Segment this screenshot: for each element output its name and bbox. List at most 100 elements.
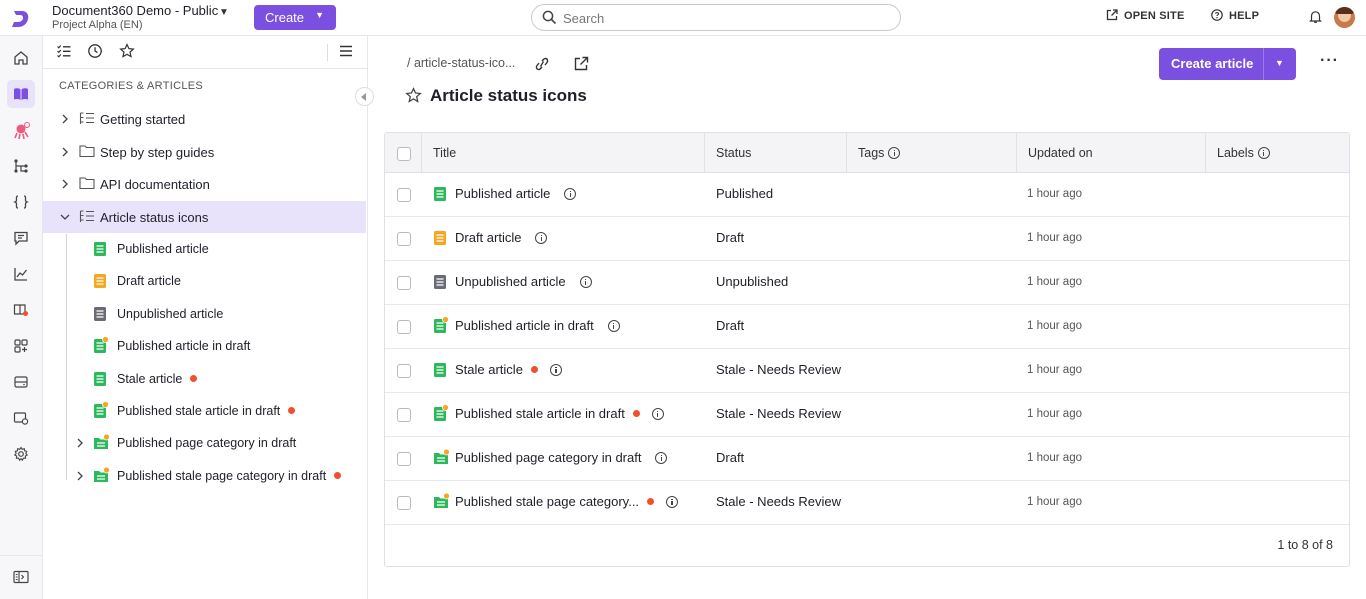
column-divider bbox=[1205, 133, 1206, 173]
table-row[interactable]: Published article Published 1 hour ago bbox=[385, 173, 1349, 217]
row-checkbox[interactable] bbox=[397, 320, 411, 334]
select-all-checkbox[interactable] bbox=[397, 147, 411, 161]
more-options-button[interactable]: ··· bbox=[1320, 52, 1339, 70]
info-icon[interactable] bbox=[651, 408, 664, 420]
checklist-icon[interactable] bbox=[56, 43, 72, 59]
row-title[interactable]: Published stale article in draft bbox=[455, 406, 664, 421]
search-input[interactable] bbox=[563, 10, 883, 26]
row-title[interactable]: Stale article bbox=[455, 362, 562, 377]
favorite-star-icon[interactable] bbox=[405, 87, 422, 104]
rail-analytics[interactable] bbox=[7, 260, 35, 288]
rail-collapse-sidebar[interactable] bbox=[7, 563, 35, 591]
rail-home[interactable] bbox=[7, 44, 35, 72]
row-title[interactable]: Draft article bbox=[455, 230, 548, 245]
rail-drive[interactable] bbox=[7, 368, 35, 396]
menu-icon[interactable] bbox=[339, 44, 353, 58]
clock-icon[interactable] bbox=[87, 43, 103, 59]
column-labels[interactable]: Labels bbox=[1217, 146, 1270, 160]
tree-article-stale[interactable]: Stale article bbox=[43, 363, 366, 395]
help-link[interactable]: HELP bbox=[1211, 9, 1259, 22]
row-checkbox[interactable] bbox=[397, 276, 411, 290]
rail-ai-assistant[interactable] bbox=[7, 116, 35, 144]
rail-knowledge-base-settings[interactable] bbox=[7, 404, 35, 432]
table-row[interactable]: Stale article Stale - Needs Review 1 hou… bbox=[385, 349, 1349, 393]
external-link-icon[interactable] bbox=[573, 56, 589, 72]
chevron-down-icon[interactable]: ▼ bbox=[1275, 58, 1284, 68]
rail-integrations[interactable] bbox=[7, 332, 35, 360]
rail-widget[interactable] bbox=[7, 296, 35, 324]
tree-article-draft[interactable]: Draft article bbox=[43, 265, 366, 297]
create-button[interactable]: Create ▼ bbox=[254, 5, 336, 30]
tree-category-api-documentation[interactable]: API documentation bbox=[43, 168, 366, 200]
column-updated-on[interactable]: Updated on bbox=[1028, 146, 1093, 160]
row-title[interactable]: Published article in draft bbox=[455, 318, 620, 333]
rail-settings[interactable] bbox=[7, 440, 35, 468]
rail-feedback[interactable] bbox=[7, 224, 35, 252]
info-icon[interactable] bbox=[1257, 147, 1270, 159]
tree-article-published-in-draft[interactable]: Published article in draft bbox=[43, 330, 366, 362]
stale-dot bbox=[334, 472, 342, 479]
table-row[interactable]: Published article in draft Draft 1 hour … bbox=[385, 305, 1349, 349]
info-icon[interactable] bbox=[535, 232, 548, 244]
info-icon[interactable] bbox=[579, 276, 592, 288]
create-article-button[interactable]: Create article ▼ bbox=[1159, 48, 1296, 80]
collapse-panel-button[interactable] bbox=[355, 87, 374, 106]
table-row[interactable]: Draft article Draft 1 hour ago bbox=[385, 217, 1349, 261]
row-checkbox[interactable] bbox=[397, 496, 411, 510]
project-name[interactable]: Document360 Demo - Public bbox=[52, 3, 218, 18]
tree-category-getting-started[interactable]: Getting started bbox=[43, 103, 366, 135]
tree-page-category-in-draft[interactable]: Published page category in draft bbox=[43, 427, 366, 459]
column-tags[interactable]: Tags bbox=[858, 146, 901, 160]
open-site-link[interactable]: OPEN SITE bbox=[1106, 9, 1184, 22]
info-icon[interactable] bbox=[666, 496, 679, 508]
row-checkbox[interactable] bbox=[397, 408, 411, 422]
info-icon[interactable] bbox=[564, 188, 577, 200]
table-row[interactable]: Published page category in draft Draft 1… bbox=[385, 437, 1349, 481]
info-icon[interactable] bbox=[549, 364, 562, 376]
tree-article-unpublished[interactable]: Unpublished article bbox=[43, 298, 366, 330]
column-title[interactable]: Title bbox=[433, 146, 456, 160]
bell-icon[interactable] bbox=[1309, 10, 1322, 24]
info-icon[interactable] bbox=[655, 452, 668, 464]
row-title[interactable]: Published page category in draft bbox=[455, 450, 668, 465]
chevron-right-icon[interactable] bbox=[61, 179, 69, 189]
row-title-text: Published article bbox=[455, 186, 551, 201]
breadcrumb[interactable]: / article-status-ico... bbox=[407, 56, 515, 70]
link-icon[interactable] bbox=[533, 56, 551, 72]
tree-stale-page-category-in-draft[interactable]: Published stale page category in draft bbox=[43, 460, 366, 492]
star-icon[interactable] bbox=[119, 43, 135, 59]
row-title[interactable]: Published article bbox=[455, 186, 577, 201]
search-box[interactable] bbox=[531, 4, 901, 31]
info-icon[interactable] bbox=[607, 320, 620, 332]
row-title-text: Draft article bbox=[455, 230, 522, 245]
table-row[interactable]: Unpublished article Unpublished 1 hour a… bbox=[385, 261, 1349, 305]
table-row[interactable]: Published stale page category... Stale -… bbox=[385, 481, 1349, 525]
document360-logo-icon[interactable] bbox=[10, 8, 32, 30]
rail-documentation[interactable] bbox=[7, 80, 35, 108]
tree-category-article-status-icons[interactable]: Article status icons bbox=[43, 201, 366, 233]
chevron-down-icon[interactable]: ▼ bbox=[219, 7, 229, 18]
rail-workflow[interactable] bbox=[7, 152, 35, 180]
table-row[interactable]: Published stale article in draft Stale -… bbox=[385, 393, 1349, 437]
project-version[interactable]: Project Alpha (EN) bbox=[52, 19, 142, 31]
chevron-right-icon[interactable] bbox=[76, 471, 84, 481]
row-checkbox[interactable] bbox=[397, 452, 411, 466]
row-checkbox[interactable] bbox=[397, 188, 411, 202]
avatar[interactable] bbox=[1334, 7, 1355, 28]
info-icon[interactable] bbox=[888, 147, 901, 159]
chevron-right-icon[interactable] bbox=[61, 114, 69, 124]
tree-article-published-stale-in-draft[interactable]: Published stale article in draft bbox=[43, 395, 366, 427]
row-checkbox[interactable] bbox=[397, 232, 411, 246]
row-checkbox[interactable] bbox=[397, 364, 411, 378]
tree-label: Unpublished article bbox=[117, 307, 224, 321]
row-title-text: Unpublished article bbox=[455, 274, 566, 289]
tree-category-step-by-step[interactable]: Step by step guides bbox=[43, 136, 366, 168]
chevron-right-icon[interactable] bbox=[76, 438, 84, 448]
chevron-right-icon[interactable] bbox=[61, 147, 69, 157]
row-title[interactable]: Unpublished article bbox=[455, 274, 592, 289]
rail-api[interactable] bbox=[7, 188, 35, 216]
column-status[interactable]: Status bbox=[716, 146, 751, 160]
chevron-down-icon[interactable] bbox=[60, 213, 70, 221]
row-title[interactable]: Published stale page category... bbox=[455, 494, 679, 509]
tree-article-published[interactable]: Published article bbox=[43, 233, 366, 265]
